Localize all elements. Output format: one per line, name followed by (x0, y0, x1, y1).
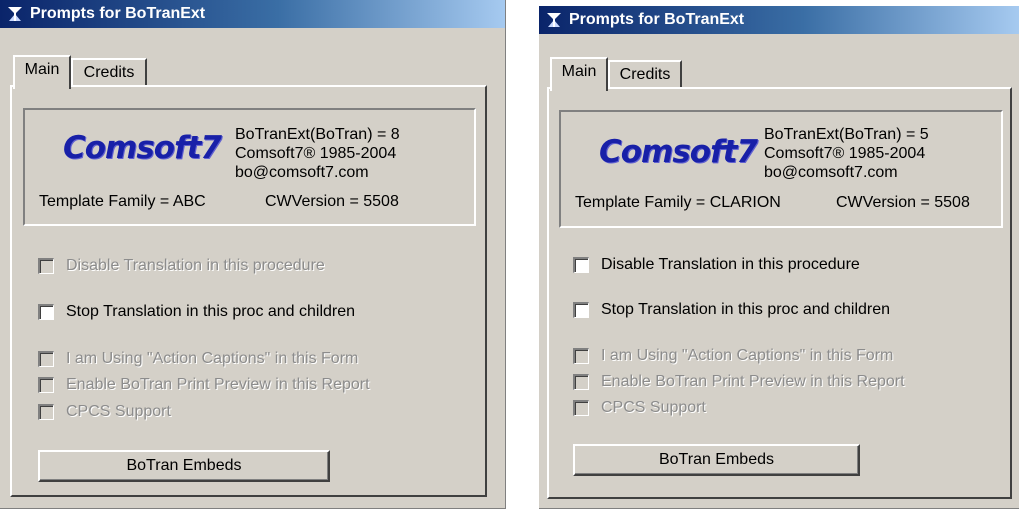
checkbox-label: I am Using "Action Captions" in this For… (601, 347, 894, 364)
checkbox-box[interactable] (38, 258, 54, 274)
title-bar[interactable]: Prompts for BoTranExt (539, 6, 1019, 34)
template-family-label: Template Family = ABC (39, 193, 206, 210)
checkbox-label: Disable Translation in this procedure (66, 257, 325, 274)
title-bar[interactable]: Prompts for BoTranExt (0, 0, 505, 28)
checkbox-box[interactable] (573, 302, 589, 318)
checkbox-box[interactable] (38, 304, 54, 320)
prompts-window-left: Prompts for BoTranExt Main Credits Comso… (0, 0, 506, 509)
version-info-line1: BoTranExt(BoTran) = 5 (764, 126, 929, 143)
template-family-label: Template Family = CLARION (575, 194, 781, 211)
tab-credits[interactable]: Credits (71, 58, 147, 85)
version-info-line2: Comsoft7® 1985-2004 (235, 145, 397, 162)
checkbox-box[interactable] (573, 374, 589, 390)
botran-embeds-button[interactable]: BoTran Embeds (38, 450, 330, 482)
cw-version-label: CWVersion = 5508 (836, 194, 970, 211)
checkbox-label: Stop Translation in this proc and childr… (601, 301, 891, 318)
prompts-window-right: Prompts for BoTranExt Main Credits Comso… (539, 6, 1019, 509)
checkbox-label: Disable Translation in this procedure (601, 256, 860, 273)
checkbox-box[interactable] (573, 348, 589, 364)
botran-embeds-button[interactable]: BoTran Embeds (573, 444, 860, 476)
tab-credits[interactable]: Credits (608, 60, 682, 87)
version-info-line2: Comsoft7® 1985-2004 (764, 145, 926, 162)
checkbox-label: CPCS Support (601, 399, 706, 416)
window-title: Prompts for BoTranExt (30, 5, 206, 22)
checkbox-box[interactable] (573, 257, 589, 273)
checkbox-box[interactable] (38, 404, 54, 420)
app-icon (8, 7, 22, 21)
checkbox-label: Enable BoTran Print Preview in this Repo… (601, 373, 905, 390)
tab-main[interactable]: Main (550, 57, 608, 91)
info-group: Comsoft7 BoTranExt(BoTran) = 5 Comsoft7®… (559, 110, 1003, 228)
window-title: Prompts for BoTranExt (569, 11, 745, 28)
checkbox-label: CPCS Support (66, 403, 171, 420)
info-group: Comsoft7 BoTranExt(BoTran) = 8 Comsoft7®… (23, 108, 476, 226)
checkbox-label: Stop Translation in this proc and childr… (66, 303, 356, 320)
version-info-line1: BoTranExt(BoTran) = 8 (235, 126, 400, 143)
checkbox-label: I am Using "Action Captions" in this For… (66, 350, 359, 367)
version-info-line3: bo@comsoft7.com (235, 164, 369, 181)
checkbox-box[interactable] (573, 400, 589, 416)
checkbox-label: Enable BoTran Print Preview in this Repo… (66, 376, 370, 393)
checkbox-box[interactable] (38, 377, 54, 393)
tab-main[interactable]: Main (13, 55, 71, 89)
comsoft7-logo: Comsoft7 (599, 134, 758, 170)
comsoft7-logo: Comsoft7 (63, 130, 222, 166)
checkbox-box[interactable] (38, 351, 54, 367)
cw-version-label: CWVersion = 5508 (265, 193, 399, 210)
app-icon (547, 13, 561, 27)
version-info-line3: bo@comsoft7.com (764, 164, 898, 181)
